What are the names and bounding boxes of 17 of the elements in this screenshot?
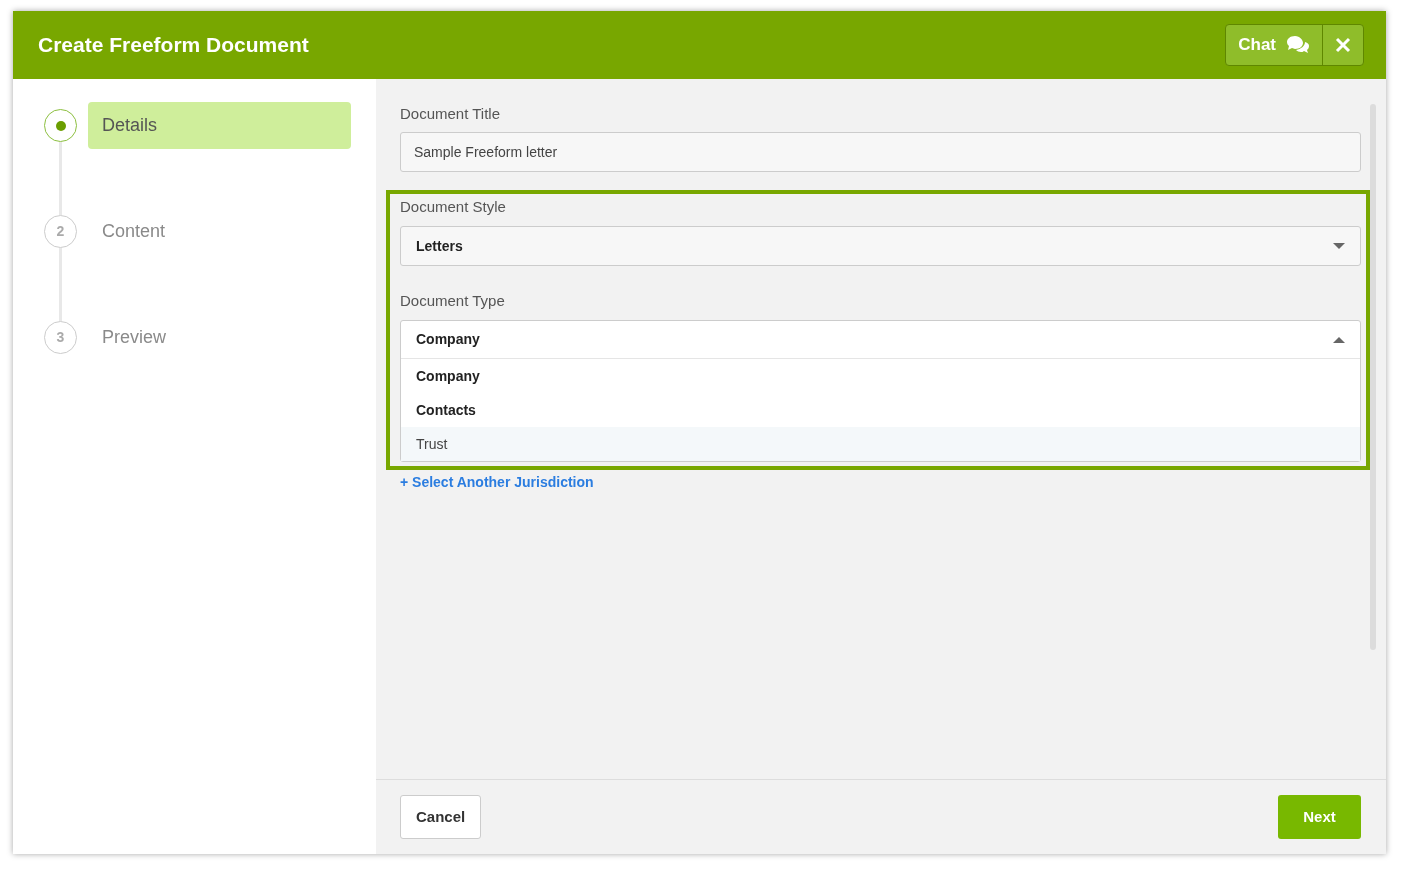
select-jurisdiction-link[interactable]: + Select Another Jurisdiction: [400, 472, 594, 493]
field-label: Document Title: [400, 105, 502, 123]
step-tab[interactable]: Details: [88, 102, 351, 149]
caret-icon: [1333, 243, 1345, 249]
scrollbar[interactable]: [1370, 104, 1376, 650]
cancel-button[interactable]: Cancel: [400, 795, 482, 839]
field-label: Document Type: [400, 292, 506, 310]
dialog-title: Create Freeform Document: [38, 32, 309, 59]
close-icon: [1335, 37, 1351, 53]
chat-bubbles-icon: [1286, 35, 1310, 55]
document-title-field[interactable]: Sample Freeform letter: [400, 132, 1361, 172]
dropdown-option[interactable]: Trust: [401, 427, 1360, 461]
field-label: Document Style: [400, 198, 507, 216]
document-style-dropdown[interactable]: Letters: [400, 226, 1361, 266]
step-marker: 2: [44, 215, 77, 248]
step-tab[interactable]: Content: [88, 208, 351, 255]
step-marker: 3: [44, 321, 77, 354]
